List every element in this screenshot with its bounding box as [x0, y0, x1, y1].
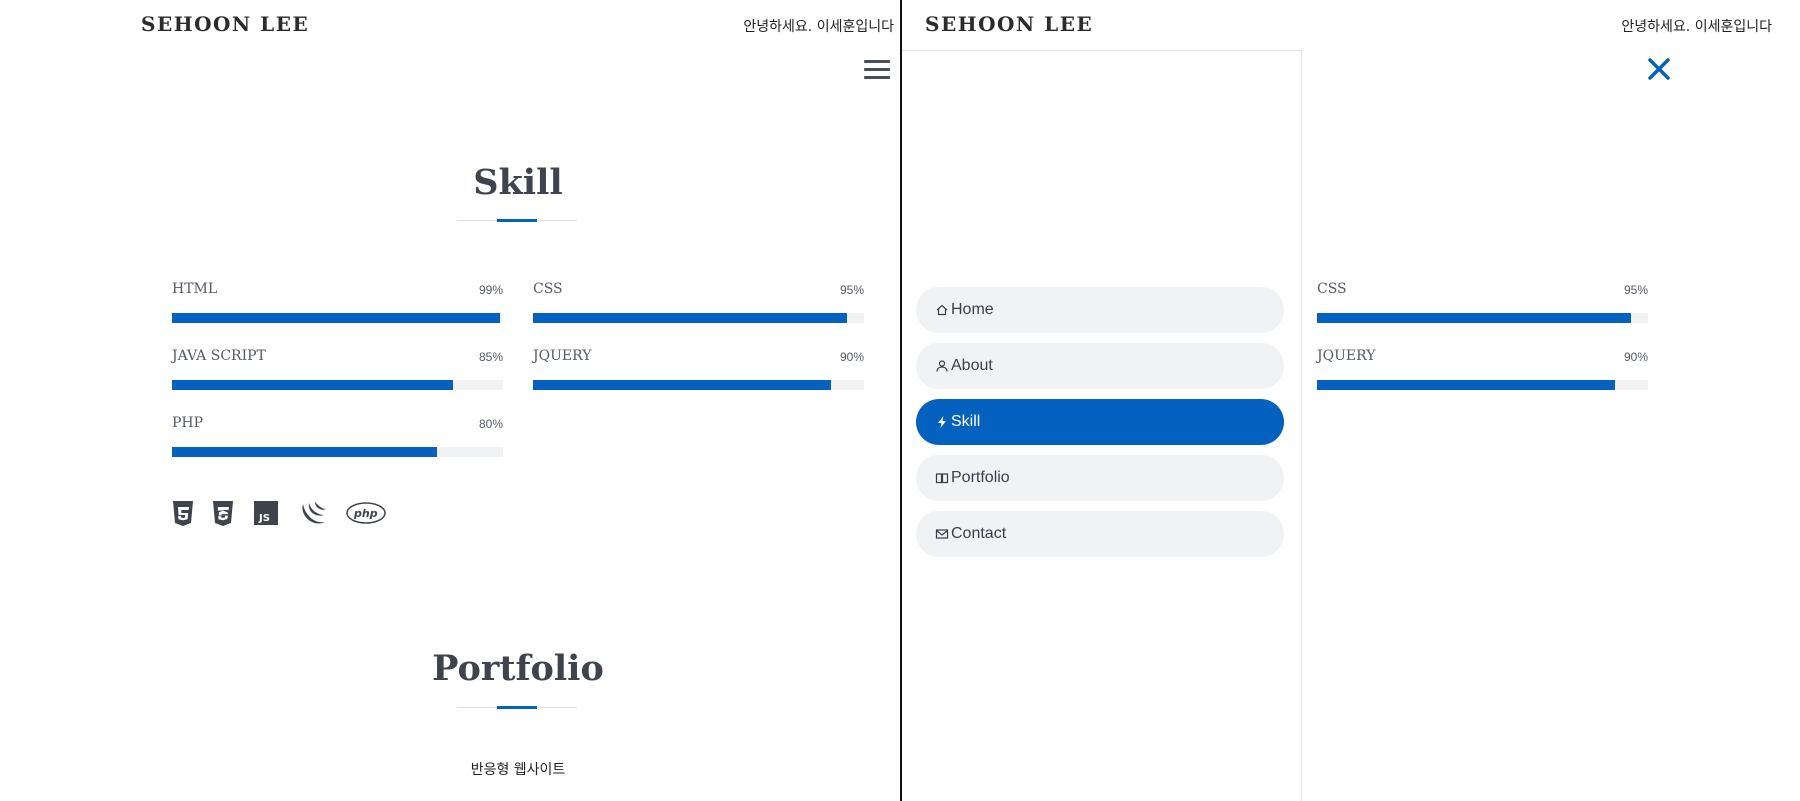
skill-bar-fill — [533, 380, 831, 390]
skill-bar-fill — [172, 380, 454, 390]
page-view-menu-open: SEHOON LEE 안녕하세요. 이세훈입니다 Skill CSS 95% J… — [902, 0, 1800, 801]
skill-percent: 99% — [478, 283, 503, 297]
html5-icon — [173, 501, 193, 526]
skill-name: JQUERY — [533, 348, 592, 364]
nav-item-label: Portfolio — [951, 469, 1010, 486]
skill-percent: 80% — [478, 417, 503, 431]
header-greeting: 안녕하세요. 이세훈입니다 — [743, 19, 894, 35]
skill-section-title: Skill — [473, 162, 563, 203]
nav-item-label: Skill — [951, 413, 981, 430]
skill-bar-track — [1317, 313, 1648, 323]
skill-name: JAVA SCRIPT — [172, 348, 266, 364]
skill-bar-track — [172, 447, 503, 457]
portfolio-subtitle: 반응형 웹사이트 — [470, 762, 566, 778]
php-icon: php — [346, 502, 386, 524]
svg-text:php: php — [353, 507, 378, 520]
skill-bar-fill — [1317, 313, 1632, 323]
skill-percent: 95% — [839, 283, 864, 297]
skill-title-underline — [457, 219, 577, 222]
hamburger-menu-button[interactable] — [862, 58, 892, 82]
page-view-menu-closed: SEHOON LEE 안녕하세요. 이세훈입니다 Skill HTML 99% … — [0, 0, 900, 801]
skill-percent: 90% — [839, 350, 864, 364]
portfolio-section-title: Portfolio — [432, 648, 604, 689]
skill-name: CSS — [533, 281, 563, 297]
skill-bar-track — [172, 380, 503, 390]
css3-icon — [213, 501, 233, 526]
nav-drawer: Home About Skill Portfolio Contact — [902, 50, 1302, 801]
nav-item-home[interactable]: Home — [916, 287, 1284, 333]
skill-name: HTML — [172, 281, 218, 297]
skill-name: JQUERY — [1317, 348, 1376, 364]
nav-item-label: Contact — [951, 525, 1007, 542]
skill-bar-track — [172, 313, 503, 323]
header-greeting: 안녕하세요. 이세훈입니다 — [1621, 19, 1772, 35]
brand-logo[interactable]: SEHOON LEE — [925, 12, 1093, 36]
nav-item-about[interactable]: About — [916, 343, 1284, 389]
portfolio-title-underline — [457, 706, 577, 709]
skill-bar-track — [533, 313, 864, 323]
book-icon — [935, 473, 949, 484]
skill-bar-fill — [1317, 380, 1615, 390]
lightning-icon — [938, 416, 946, 428]
skill-bar-fill — [533, 313, 848, 323]
jquery-icon — [302, 502, 326, 524]
skill-name: CSS — [1317, 281, 1347, 297]
skill-name: PHP — [172, 415, 204, 431]
svg-text:JS: JS — [258, 513, 270, 524]
nav-item-contact[interactable]: Contact — [916, 511, 1284, 557]
mail-icon — [935, 529, 949, 539]
nav-item-label: Home — [951, 301, 994, 318]
skill-bar-fill — [172, 313, 500, 323]
skill-bar-fill — [172, 447, 437, 457]
skill-percent: 95% — [1623, 283, 1648, 297]
home-icon — [936, 304, 948, 316]
close-icon[interactable] — [1646, 56, 1672, 82]
skill-percent: 85% — [478, 350, 503, 364]
nav-item-portfolio[interactable]: Portfolio — [916, 455, 1284, 501]
hamburger-line — [864, 60, 890, 63]
hamburger-line — [864, 76, 890, 79]
javascript-icon: JS — [254, 501, 278, 525]
skill-percent: 90% — [1623, 350, 1648, 364]
user-icon — [936, 360, 948, 372]
skill-bar-track — [1317, 380, 1648, 390]
hamburger-line — [864, 68, 890, 71]
nav-item-skill[interactable]: Skill — [916, 399, 1284, 445]
skill-bar-track — [533, 380, 864, 390]
brand-logo[interactable]: SEHOON LEE — [141, 12, 309, 36]
nav-item-label: About — [951, 357, 993, 374]
